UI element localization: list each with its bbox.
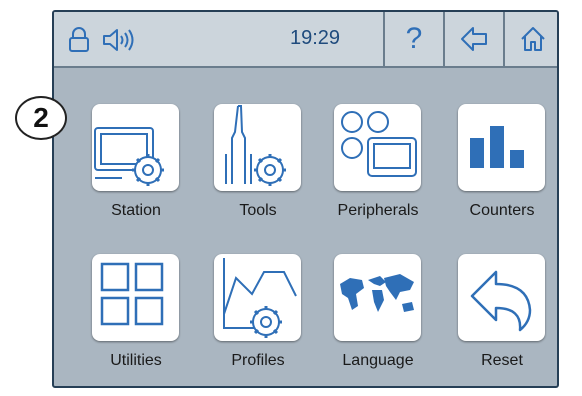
language-button[interactable] bbox=[334, 254, 421, 341]
peripherals-label: Peripherals bbox=[337, 202, 419, 219]
reset-icon bbox=[470, 270, 532, 332]
home-button[interactable] bbox=[503, 12, 557, 66]
world-map-icon bbox=[340, 274, 414, 312]
help-button[interactable]: ? bbox=[383, 12, 443, 66]
help-icon: ? bbox=[405, 22, 423, 55]
peripherals-icon bbox=[341, 111, 417, 177]
counters-label: Counters bbox=[469, 202, 535, 219]
reset-button[interactable] bbox=[458, 254, 545, 341]
counters-button[interactable] bbox=[458, 104, 545, 191]
back-button[interactable] bbox=[443, 12, 503, 66]
device-screen: 19:29 ? Station Tools Peripherals Counte… bbox=[52, 10, 559, 388]
tools-label: Tools bbox=[239, 202, 277, 219]
back-arrow-icon bbox=[461, 27, 487, 51]
profiles-icon bbox=[223, 258, 297, 338]
counters-icon bbox=[470, 126, 524, 168]
station-button[interactable] bbox=[92, 104, 179, 191]
utilities-button[interactable] bbox=[92, 254, 179, 341]
lock-icon bbox=[69, 27, 89, 52]
profiles-label: Profiles bbox=[231, 352, 285, 369]
profiles-button[interactable] bbox=[214, 254, 301, 341]
reset-label: Reset bbox=[481, 352, 523, 369]
speaker-icon[interactable] bbox=[102, 26, 136, 54]
language-label: Language bbox=[342, 352, 414, 369]
top-bar: 19:29 ? bbox=[54, 12, 557, 68]
utilities-label: Utilities bbox=[110, 352, 162, 369]
callout-number: 2 bbox=[15, 96, 67, 140]
station-icon bbox=[94, 127, 164, 186]
station-label: Station bbox=[111, 202, 161, 219]
utilities-icon bbox=[100, 262, 164, 326]
tools-button[interactable] bbox=[214, 104, 301, 191]
tools-icon bbox=[225, 105, 286, 186]
clock-time: 19:29 bbox=[290, 27, 341, 49]
home-icon bbox=[521, 27, 545, 51]
peripherals-button[interactable] bbox=[334, 104, 421, 191]
